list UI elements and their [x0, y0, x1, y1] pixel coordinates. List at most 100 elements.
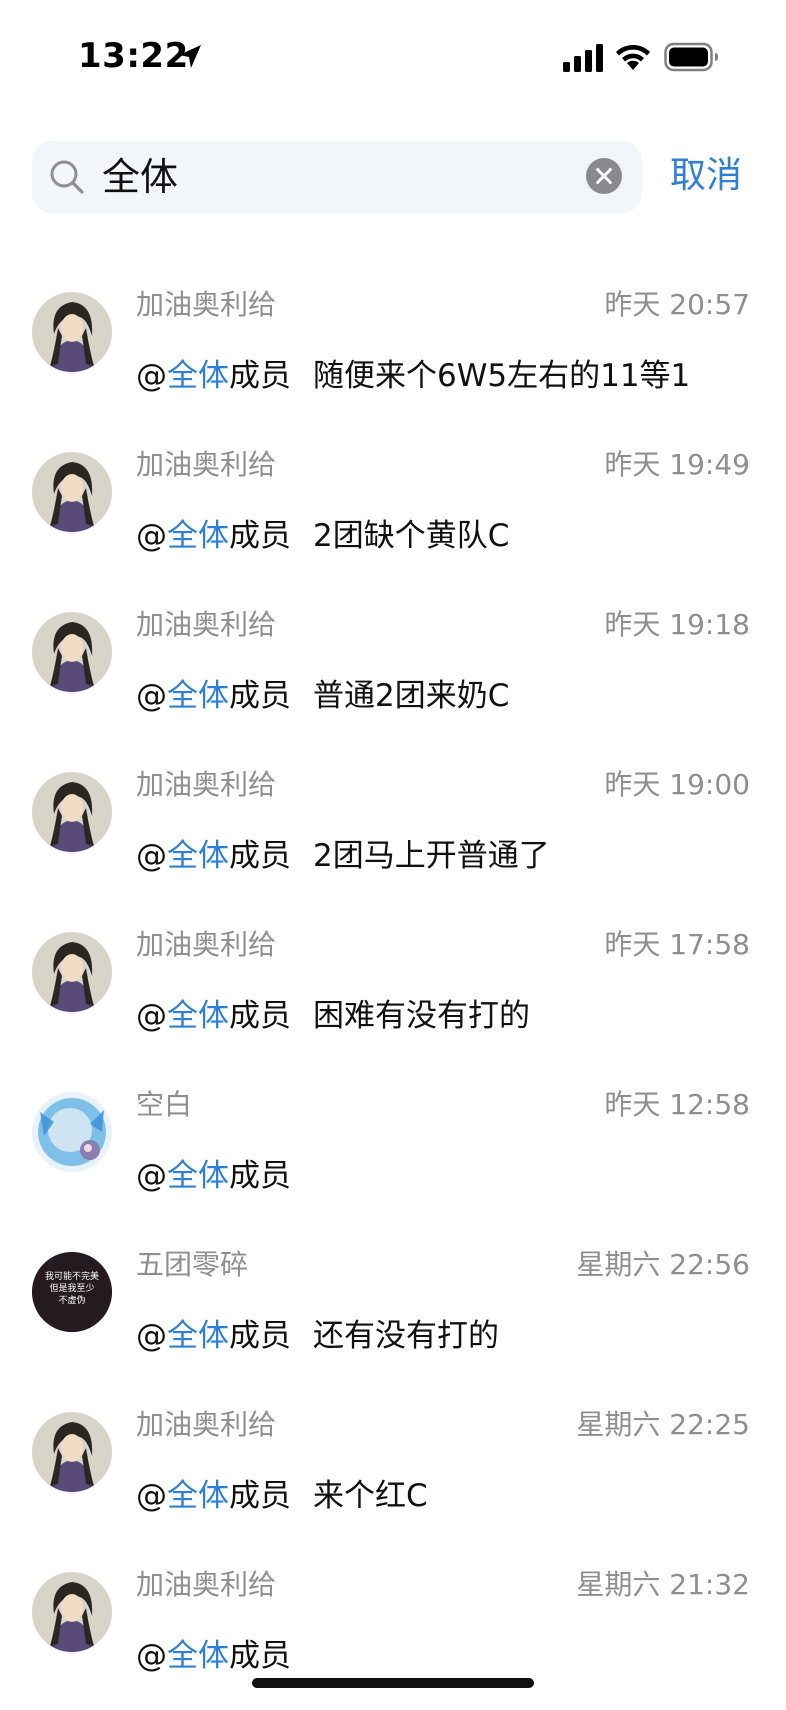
message-text: @全体成员 [136, 1636, 313, 1676]
mention-highlight: 全体 [167, 678, 229, 714]
cancel-button[interactable]: 取消 [670, 152, 742, 200]
search-field[interactable]: 全体 [32, 141, 642, 213]
signal-icon [563, 44, 603, 72]
avatar-text-line: 但是我至少 [49, 1282, 94, 1294]
message-body: 普通2团来奶C [313, 678, 510, 714]
mention-highlight: 全体 [167, 1478, 229, 1514]
message-text: @全体成员 随便来个6W5左右的11等1 [136, 356, 690, 396]
message-time: 星期六 22:56 [576, 1248, 750, 1281]
message-text: @全体成员 2团缺个黄队C [136, 516, 509, 556]
mention-rest: 成员 [229, 678, 291, 714]
message-body: 2团马上开普通了 [313, 838, 550, 874]
mention-rest: 成员 [229, 1478, 291, 1514]
mention-highlight: 全体 [167, 838, 229, 874]
sender-name: 五团零碎 [136, 1248, 249, 1281]
avatar-man-icon [32, 612, 112, 692]
mention-rest: 成员 [229, 1638, 291, 1674]
message-text: @全体成员 来个红C [136, 1476, 428, 1516]
search-results-list: 加油奥利给 昨天 20:57 @全体成员 随便来个6W5左右的11等1 加油奥利给… [0, 270, 786, 1710]
search-input[interactable]: 全体 [102, 155, 178, 199]
mention-at: @ [136, 998, 167, 1034]
message-text: @全体成员 困难有没有打的 [136, 996, 530, 1036]
mention-at: @ [136, 838, 167, 874]
search-icon [50, 160, 84, 194]
message-time: 昨天 17:58 [604, 928, 750, 961]
message-text: @全体成员 普通2团来奶C [136, 676, 509, 716]
result-row[interactable]: 加油奥利给 星期六 22:25 @全体成员 来个红C [0, 1390, 786, 1550]
avatar-man-icon [32, 1412, 112, 1492]
avatar [32, 612, 112, 692]
sender-name: 加油奥利给 [136, 1568, 277, 1601]
message-body: 随便来个6W5左右的11等1 [313, 358, 691, 394]
sender-name: 加油奥利给 [136, 448, 277, 481]
message-body: 来个红C [313, 1478, 428, 1514]
sender-name: 加油奥利给 [136, 928, 277, 961]
location-arrow-icon [179, 45, 201, 68]
avatar-man-icon [32, 772, 112, 852]
mention-at: @ [136, 1318, 167, 1354]
message-time: 昨天 19:00 [604, 768, 750, 801]
avatar-man-icon [32, 452, 112, 532]
mention-at: @ [136, 1638, 167, 1674]
avatar [32, 1412, 112, 1492]
mention-highlight: 全体 [167, 1318, 229, 1354]
message-body: 困难有没有打的 [313, 998, 530, 1034]
avatar [32, 1092, 112, 1172]
avatar [32, 932, 112, 1012]
message-body: 还有没有打的 [313, 1318, 499, 1354]
mention-rest: 成员 [229, 1158, 291, 1194]
avatar-text-line: 我可能不完美 [45, 1270, 99, 1282]
mention-rest: 成员 [229, 518, 291, 554]
avatar-text-line: 不虚伪 [58, 1294, 85, 1306]
mention-rest: 成员 [229, 838, 291, 874]
mention-highlight: 全体 [167, 518, 229, 554]
status-bar: 13:22 [0, 0, 786, 110]
mention-at: @ [136, 678, 167, 714]
status-time: 13:22 [78, 36, 189, 76]
wifi-icon [616, 44, 650, 70]
result-row[interactable]: 加油奥利给 昨天 19:18 @全体成员 普通2团来奶C [0, 590, 786, 750]
mention-highlight: 全体 [167, 358, 229, 394]
message-time: 昨天 19:49 [604, 448, 750, 481]
result-row[interactable]: 加油奥利给 昨天 19:00 @全体成员 2团马上开普通了 [0, 750, 786, 910]
battery-icon [664, 42, 718, 72]
message-time: 昨天 19:18 [604, 608, 750, 641]
result-row[interactable]: 加油奥利给 昨天 20:57 @全体成员 随便来个6W5左右的11等1 [0, 270, 786, 430]
avatar-man-icon [32, 292, 112, 372]
message-text: @全体成员 2团马上开普通了 [136, 836, 550, 876]
sender-name: 加油奥利给 [136, 768, 277, 801]
result-row[interactable]: 加油奥利给 昨天 19:49 @全体成员 2团缺个黄队C [0, 430, 786, 590]
message-text: @全体成员 [136, 1156, 313, 1196]
sender-name: 加油奥利给 [136, 1408, 277, 1441]
message-time: 昨天 12:58 [604, 1088, 750, 1121]
avatar-blue-icon [32, 1092, 112, 1172]
mention-highlight: 全体 [167, 1158, 229, 1194]
mention-rest: 成员 [229, 998, 291, 1034]
mention-highlight: 全体 [167, 1638, 229, 1674]
mention-at: @ [136, 1158, 167, 1194]
avatar-dark-icon: 我可能不完美 但是我至少 不虚伪 [32, 1252, 112, 1332]
sender-name: 空白 [136, 1088, 193, 1121]
mention-at: @ [136, 1478, 167, 1514]
avatar [32, 772, 112, 852]
avatar [32, 1572, 112, 1652]
message-body: 2团缺个黄队C [313, 518, 510, 554]
mention-highlight: 全体 [167, 998, 229, 1034]
avatar: 我可能不完美 但是我至少 不虚伪 [32, 1252, 112, 1332]
result-row[interactable]: 加油奥利给 昨天 17:58 @全体成员 困难有没有打的 [0, 910, 786, 1070]
mention-at: @ [136, 358, 167, 394]
mention-at: @ [136, 518, 167, 554]
avatar-man-icon [32, 932, 112, 1012]
result-row[interactable]: 我可能不完美 但是我至少 不虚伪 五团零碎 星期六 22:56 @全体成员 还有没… [0, 1230, 786, 1390]
message-text: @全体成员 还有没有打的 [136, 1316, 499, 1356]
message-time: 星期六 21:32 [576, 1568, 750, 1601]
sender-name: 加油奥利给 [136, 608, 277, 641]
result-row[interactable]: 空白 昨天 12:58 @全体成员 [0, 1070, 786, 1230]
avatar-man-icon [32, 1572, 112, 1652]
sender-name: 加油奥利给 [136, 288, 277, 321]
message-time: 星期六 22:25 [576, 1408, 750, 1441]
clear-icon[interactable] [585, 157, 623, 195]
avatar [32, 292, 112, 372]
mention-rest: 成员 [229, 1318, 291, 1354]
home-indicator [252, 1678, 534, 1688]
